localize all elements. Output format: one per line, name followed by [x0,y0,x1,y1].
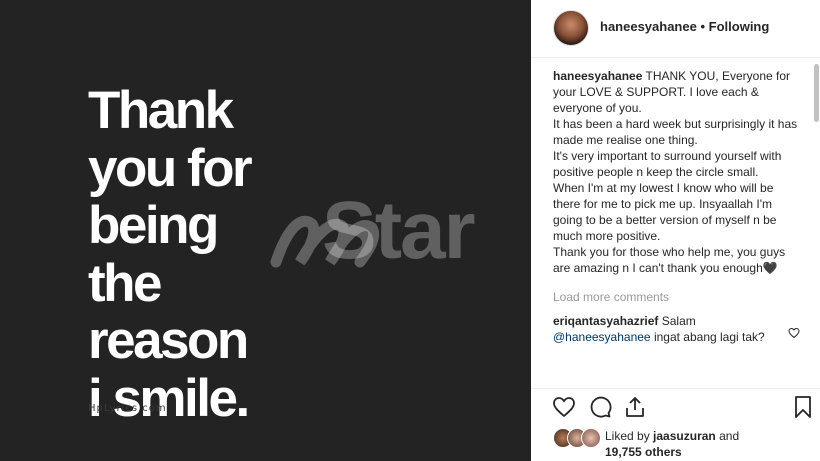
comment-username[interactable]: eriqantasyahazrief [553,314,658,328]
post-side-panel: haneesyahanee • Following haneesyahanee … [531,0,820,461]
comment-text-start: Salam [661,314,696,328]
separator-dot: • [700,19,706,34]
likes-user-link[interactable]: jaasuzuran [653,429,716,443]
likes-joiner: and [719,429,740,443]
share-icon[interactable] [623,395,647,419]
post-header: haneesyahanee • Following [531,0,820,58]
comment-text-end: ingat abang lagi tak? [653,330,765,344]
header-user-line: haneesyahanee • Following [600,19,769,34]
liker-avatars [553,428,603,448]
likes-summary: Liked by jaasuzuran and 19,755 others [553,426,813,460]
action-bar [531,388,820,425]
caption: haneesyahanee THANK YOU, Everyone for yo… [553,68,800,276]
comments-list: haneesyahanee THANK YOU, Everyone for yo… [553,68,800,386]
comment-item: eriqantasyahazrief Salam @haneesyahanee … [553,313,800,345]
avatar[interactable] [581,428,601,448]
watermark-text: Star [322,185,476,276]
heart-icon[interactable] [552,395,576,419]
bookmark-icon[interactable] [791,395,815,419]
caption-username[interactable]: haneesyahanee [553,69,642,83]
post-image[interactable]: Thank you for being the reason i smile. … [0,0,531,461]
comments-scrollbar[interactable] [814,64,819,122]
comment-mention-link[interactable]: @haneesyahanee [553,330,651,344]
following-button[interactable]: Following [709,19,770,34]
avatar[interactable] [553,10,589,46]
likes-text: Liked by jaasuzuran and 19,755 others [605,428,739,460]
comment-like-heart-icon[interactable] [788,327,800,339]
header-username[interactable]: haneesyahanee [600,19,697,34]
load-more-comments-button[interactable]: Load more comments [553,289,800,305]
caption-text: THANK YOU, Everyone for your LOVE & SUPP… [553,69,798,275]
likes-others-link[interactable]: 19,755 others [605,445,682,459]
likes-prefix: Liked by [605,429,650,443]
comment-icon[interactable] [588,395,612,419]
